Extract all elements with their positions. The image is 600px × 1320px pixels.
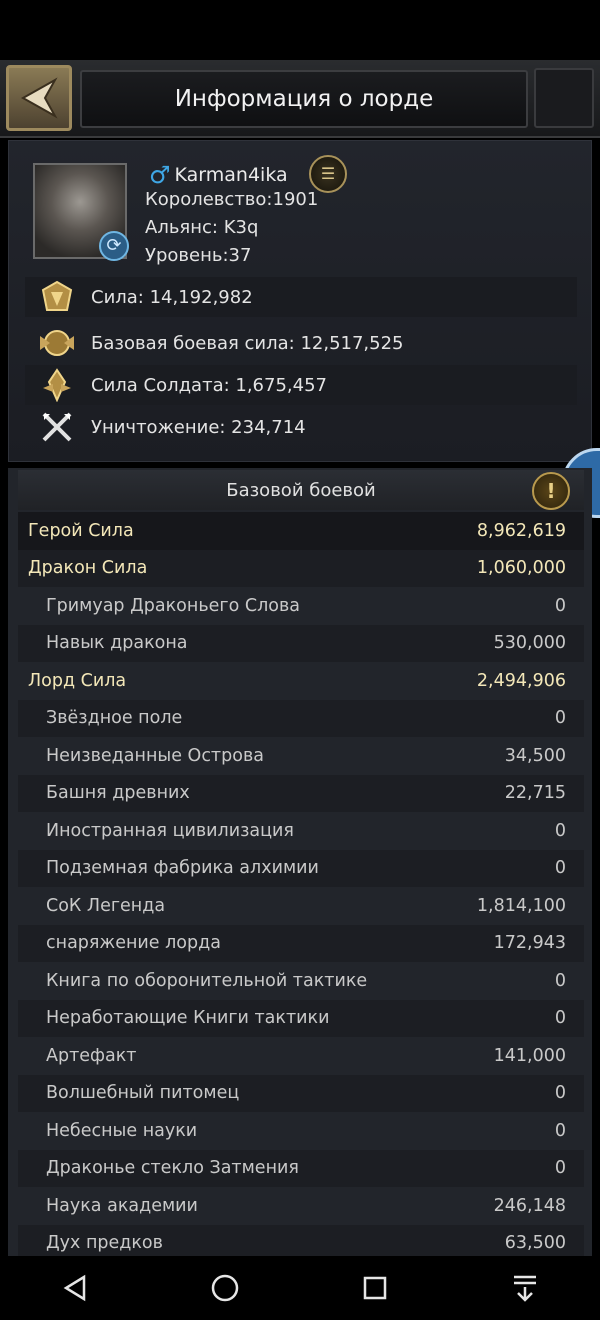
row-label: Артефакт bbox=[46, 1045, 137, 1066]
alliance-label: Альянс: K3q bbox=[145, 217, 259, 238]
title-plate: Информация о лорде bbox=[80, 70, 528, 128]
base-battle-crest-icon bbox=[37, 325, 77, 361]
row-value: 0 bbox=[554, 708, 566, 729]
row-value: 0 bbox=[554, 1158, 566, 1179]
emblem-deco-icon bbox=[534, 68, 594, 128]
table-row: Книга по оборонительной тактике 0 bbox=[18, 962, 584, 1000]
info-exclamation-icon[interactable]: ! bbox=[532, 472, 570, 510]
table-row: Драконье стекло Затмения 0 bbox=[18, 1149, 584, 1187]
row-value: 172,943 bbox=[493, 933, 566, 954]
table-row: Башня древних 22,715 bbox=[18, 774, 584, 812]
row-value: 0 bbox=[554, 595, 566, 616]
back-button[interactable] bbox=[6, 65, 72, 131]
table-row: Гримуар Драконьего Слова 0 bbox=[18, 587, 584, 625]
crossed-swords-icon bbox=[37, 409, 77, 445]
stat-row-power: Сила: 14,192,982 bbox=[25, 277, 577, 317]
row-label: Герой Сила bbox=[28, 520, 134, 541]
breakdown-title: Базовой боевой bbox=[226, 479, 376, 501]
row-label: СоК Легенда bbox=[46, 895, 166, 916]
row-value: 530,000 bbox=[493, 633, 566, 654]
table-row: Герой Сила 8,962,619 bbox=[18, 512, 584, 550]
row-value: 0 bbox=[554, 1083, 566, 1104]
row-value: 8,962,619 bbox=[476, 520, 566, 541]
table-row: Дух предков 63,500 bbox=[18, 1224, 584, 1258]
battle-power-breakdown: Базовой боевой ! Герой Сила 8,962,619 Драк… bbox=[8, 468, 592, 1258]
row-value: 0 bbox=[554, 1120, 566, 1141]
page-title: Информация о лорде bbox=[174, 86, 434, 112]
stat-row-base-battle: Базовая боевая сила: 12,517,525 bbox=[25, 323, 577, 363]
table-row: Дракон Сила 1,060,000 bbox=[18, 549, 584, 587]
row-label: Лорд Сила bbox=[28, 670, 127, 691]
row-label: Дух предков bbox=[46, 1233, 163, 1254]
row-label: Подземная фабрика алхимии bbox=[46, 858, 319, 879]
row-value: 2,494,906 bbox=[476, 670, 566, 691]
power-crest-icon bbox=[37, 279, 77, 315]
stat-destruction-label: Уничтожение: 234,714 bbox=[91, 416, 306, 438]
row-value: 0 bbox=[554, 1008, 566, 1029]
row-label: Драконье стекло Затмения bbox=[46, 1158, 299, 1179]
nav-notifications-icon[interactable] bbox=[495, 1266, 555, 1310]
male-gender-icon: ♂ bbox=[149, 161, 171, 189]
row-label: снаряжение лорда bbox=[46, 933, 221, 954]
stat-base-battle-label: Базовая боевая сила: 12,517,525 bbox=[91, 332, 404, 354]
table-row: Артефакт 141,000 bbox=[18, 1037, 584, 1075]
stat-soldier-label: Сила Солдата: 1,675,457 bbox=[91, 374, 327, 396]
row-value: 1,814,100 bbox=[476, 895, 566, 916]
row-label: Волшебный питомец bbox=[46, 1083, 240, 1104]
table-row: Иностранная цивилизация 0 bbox=[18, 812, 584, 850]
stat-power-label: Сила: 14,192,982 bbox=[91, 286, 253, 308]
row-label: Неизведанные Острова bbox=[46, 745, 264, 766]
table-row: Подземная фабрика алхимии 0 bbox=[18, 849, 584, 887]
breakdown-header: Базовой боевой ! bbox=[18, 470, 584, 510]
kingdom-label: Королевство:1901 bbox=[145, 189, 319, 210]
row-value: 22,715 bbox=[504, 783, 566, 804]
row-value: 0 bbox=[554, 858, 566, 879]
row-label: Навык дракона bbox=[46, 633, 188, 654]
table-row: Лорд Сила 2,494,906 bbox=[18, 662, 584, 700]
header-bar: Информация о лорде bbox=[0, 60, 600, 138]
android-nav-bar bbox=[0, 1256, 600, 1320]
table-row: Навык дракона 530,000 bbox=[18, 624, 584, 662]
row-value: 63,500 bbox=[504, 1233, 566, 1254]
lord-name: Karman4ika bbox=[174, 164, 288, 186]
nav-back-icon[interactable] bbox=[45, 1266, 105, 1310]
table-row: Небесные науки 0 bbox=[18, 1112, 584, 1150]
table-row: Волшебный питомец 0 bbox=[18, 1074, 584, 1112]
back-arrow-icon bbox=[20, 77, 58, 119]
row-value: 34,500 bbox=[504, 745, 566, 766]
stat-row-destruction: Уничтожение: 234,714 bbox=[25, 407, 577, 447]
row-label: Небесные науки bbox=[46, 1120, 198, 1141]
nav-recents-icon[interactable] bbox=[345, 1266, 405, 1310]
row-label: Башня древних bbox=[46, 783, 190, 804]
status-bar bbox=[0, 0, 600, 60]
row-value: 0 bbox=[554, 820, 566, 841]
row-value: 0 bbox=[554, 970, 566, 991]
table-row: Наука академии 246,148 bbox=[18, 1187, 584, 1225]
level-label: Уровень:37 bbox=[145, 245, 252, 266]
table-row: СоК Легенда 1,814,100 bbox=[18, 887, 584, 925]
row-label: Дракон Сила bbox=[28, 558, 148, 579]
row-label: Книга по оборонительной тактике bbox=[46, 970, 368, 991]
change-avatar-icon[interactable]: ⟳ bbox=[99, 231, 129, 261]
details-book-button[interactable]: ☰ bbox=[309, 155, 347, 193]
table-row: Звёздное поле 0 bbox=[18, 699, 584, 737]
table-row: Неизведанные Острова 34,500 bbox=[18, 737, 584, 775]
row-value: 246,148 bbox=[493, 1195, 566, 1216]
table-row: снаряжение лорда 172,943 bbox=[18, 924, 584, 962]
row-value: 141,000 bbox=[493, 1045, 566, 1066]
row-label: Гримуар Драконьего Слова bbox=[46, 595, 301, 616]
stat-row-soldier: Сила Солдата: 1,675,457 bbox=[25, 365, 577, 405]
row-label: Звёздное поле bbox=[46, 708, 183, 729]
row-label: Иностранная цивилизация bbox=[46, 820, 294, 841]
row-label: Неработающие Книги тактики bbox=[46, 1008, 330, 1029]
lord-info-panel: ⟳ ♂ Karman4ika ☰ Королевство:1901 Альянс… bbox=[8, 140, 592, 462]
soldier-crest-icon bbox=[37, 367, 77, 403]
row-label: Наука академии bbox=[46, 1195, 198, 1216]
name-line: ♂ Karman4ika bbox=[149, 161, 288, 189]
lord-avatar[interactable]: ⟳ bbox=[33, 163, 129, 261]
table-row: Неработающие Книги тактики 0 bbox=[18, 999, 584, 1037]
row-value: 1,060,000 bbox=[476, 558, 566, 579]
nav-home-icon[interactable] bbox=[195, 1266, 255, 1310]
